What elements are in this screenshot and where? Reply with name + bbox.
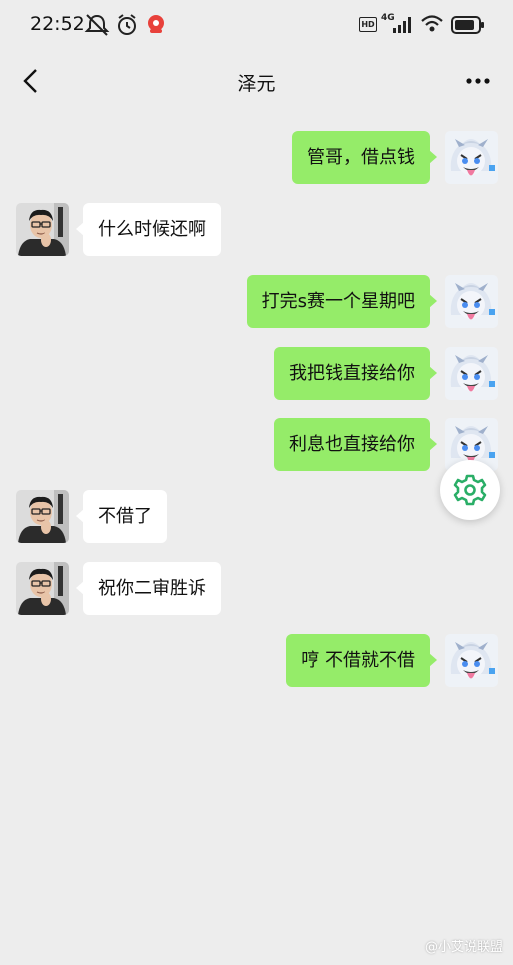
app-notification-icon [148,15,164,33]
mute-icon [84,14,110,36]
message-bubble[interactable]: 哼 不借就不借 [286,634,437,687]
friend-avatar[interactable] [16,203,69,256]
friend-avatar[interactable] [16,490,69,543]
self-avatar[interactable] [445,634,498,687]
alarm-icon [118,14,136,35]
message-incoming: 祝你二审胜诉 [0,562,513,615]
more-options-icon[interactable] [463,66,493,96]
floating-settings-button[interactable] [440,460,500,520]
message-bubble[interactable]: 不借了 [76,490,167,543]
message-bubble[interactable]: 打完s赛一个星期吧 [246,275,438,328]
message-outgoing: 哼 不借就不借 [0,634,513,687]
friend-avatar[interactable] [16,562,69,615]
message-bubble[interactable]: 利息也直接给你 [274,418,437,471]
message-bubble[interactable]: 什么时候还啊 [76,203,221,256]
message-outgoing: 管哥，借点钱 [0,131,513,184]
message-outgoing: 利息也直接给你 [0,418,513,471]
message-incoming: 什么时候还啊 [0,203,513,256]
chat-title: 泽元 [237,73,276,95]
message-bubble[interactable]: 祝你二审胜诉 [76,562,221,615]
hd-badge: HD [359,17,377,32]
status-bar: 22:52 HD 4G [0,0,513,50]
message-incoming: 不借了 [0,490,513,543]
battery-icon [451,16,484,34]
signal-icon [393,17,411,33]
message-bubble[interactable]: 管哥，借点钱 [292,131,437,184]
self-avatar[interactable] [445,275,498,328]
watermark: @小艾说联盟 [424,940,503,955]
gear-icon [453,474,487,506]
chat-header: 泽元 [0,52,513,112]
message-outgoing: 我把钱直接给你 [0,347,513,400]
message-bubble[interactable]: 我把钱直接给你 [274,347,437,400]
self-avatar[interactable] [445,131,498,184]
message-outgoing: 打完s赛一个星期吧 [0,275,513,328]
self-avatar[interactable] [445,347,498,400]
wifi-icon [421,15,443,32]
status-time: 22:52 [30,13,85,35]
